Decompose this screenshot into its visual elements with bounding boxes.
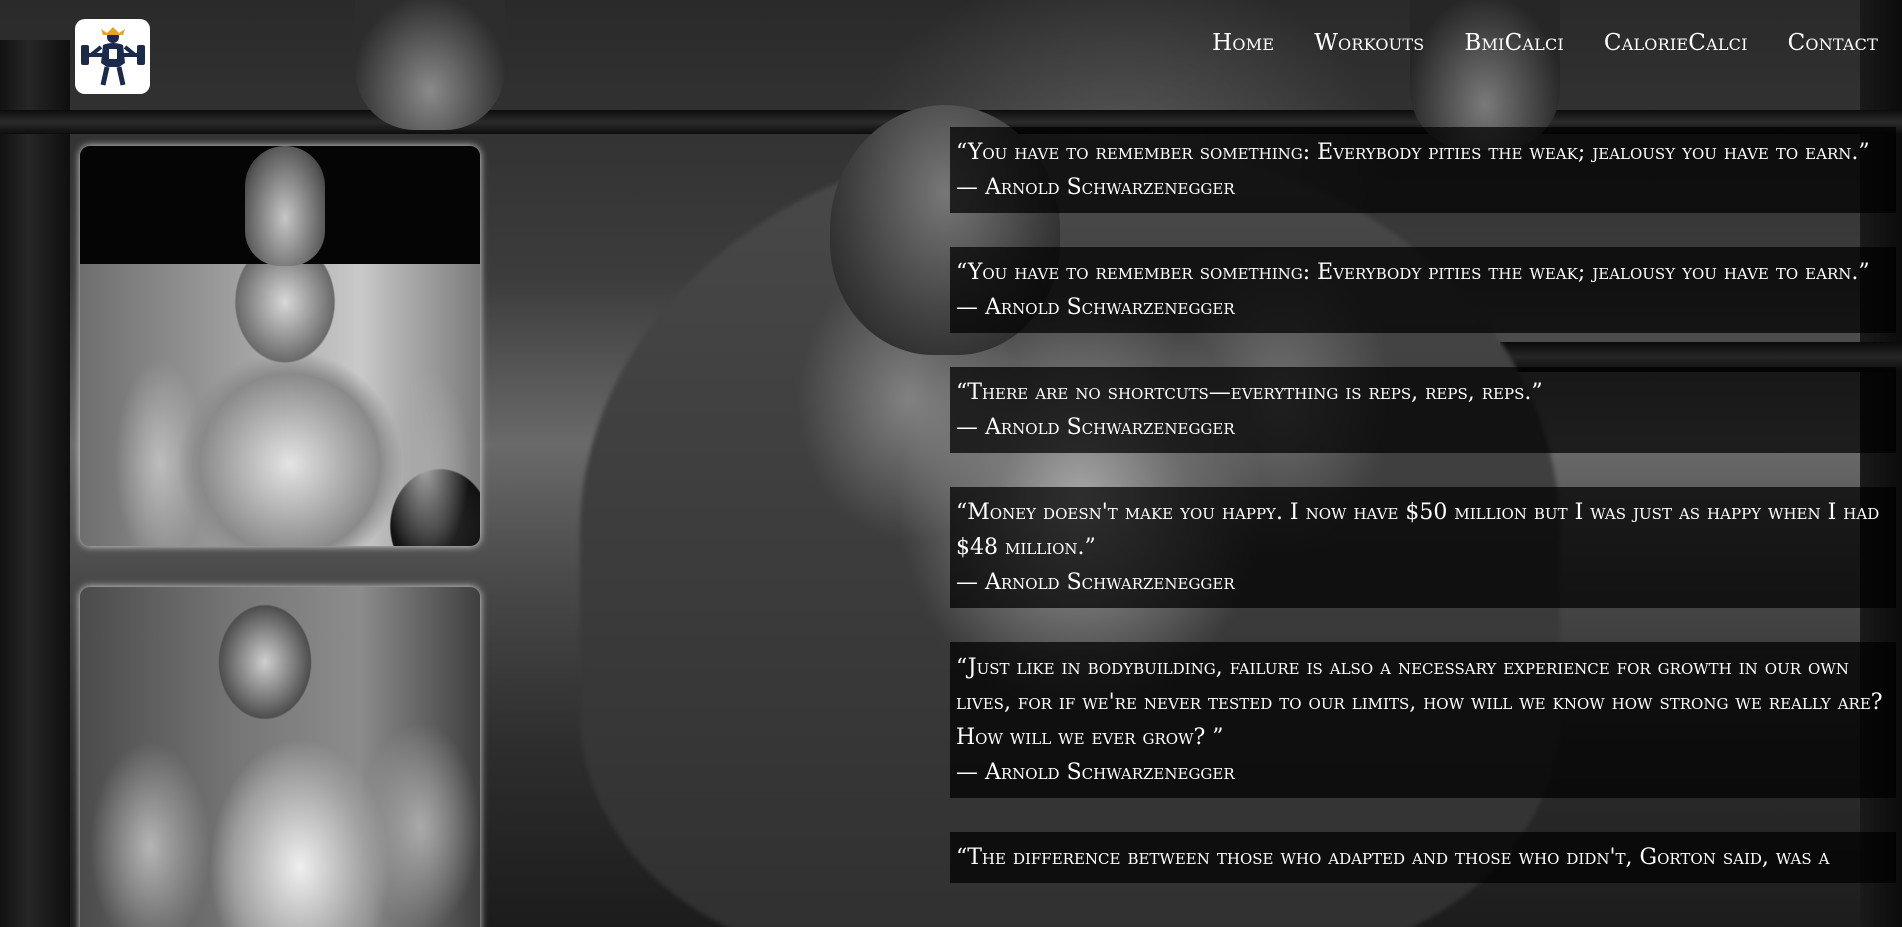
site-logo[interactable] xyxy=(75,19,150,94)
quote-text: “Just like in bodybuilding, failure is a… xyxy=(956,655,1883,750)
bodybuilder-barbell-logo-icon xyxy=(80,26,145,86)
quote-author: — Arnold Schwarzenegger xyxy=(956,295,1235,320)
quotes-list: “You have to remember something: Everybo… xyxy=(950,127,1896,917)
arnold-photo-2 xyxy=(80,587,480,927)
rack-post xyxy=(0,40,70,927)
quote-text: “Money doesn't make you happy. I now hav… xyxy=(956,500,1880,560)
quote-author: — Arnold Schwarzenegger xyxy=(956,760,1235,785)
nav-calorie-calculator[interactable]: CalorieCalci xyxy=(1604,30,1748,56)
quote-author: — Arnold Schwarzenegger xyxy=(956,570,1235,595)
nav-bmi-calculator[interactable]: BmiCalci xyxy=(1464,30,1564,56)
quote-author: — Arnold Schwarzenegger xyxy=(956,415,1235,440)
nav-contact[interactable]: Contact xyxy=(1788,30,1878,56)
quote-card: “You have to remember something: Everybo… xyxy=(950,247,1896,333)
main-nav: Home Workouts BmiCalci CalorieCalci Cont… xyxy=(1212,30,1878,56)
quote-text: “You have to remember something: Everybo… xyxy=(956,140,1870,165)
quote-text: “There are no shortcuts—everything is re… xyxy=(956,380,1543,405)
quote-card: “Just like in bodybuilding, failure is a… xyxy=(950,642,1896,798)
arnold-head xyxy=(245,146,325,266)
quote-card: “Money doesn't make you happy. I now hav… xyxy=(950,487,1896,608)
nav-home[interactable]: Home xyxy=(1212,30,1274,56)
quote-card: “You have to remember something: Everybo… xyxy=(950,127,1896,213)
quote-text: “You have to remember something: Everybo… xyxy=(956,260,1870,285)
arnold-photo-1 xyxy=(80,146,480,546)
quote-author: — Arnold Schwarzenegger xyxy=(956,175,1235,200)
quote-card: “The difference between those who adapte… xyxy=(950,832,1896,883)
quote-text: “The difference between those who adapte… xyxy=(956,845,1830,870)
nav-workouts[interactable]: Workouts xyxy=(1314,30,1424,56)
hand-left xyxy=(355,0,505,130)
quote-card: “There are no shortcuts—everything is re… xyxy=(950,367,1896,453)
